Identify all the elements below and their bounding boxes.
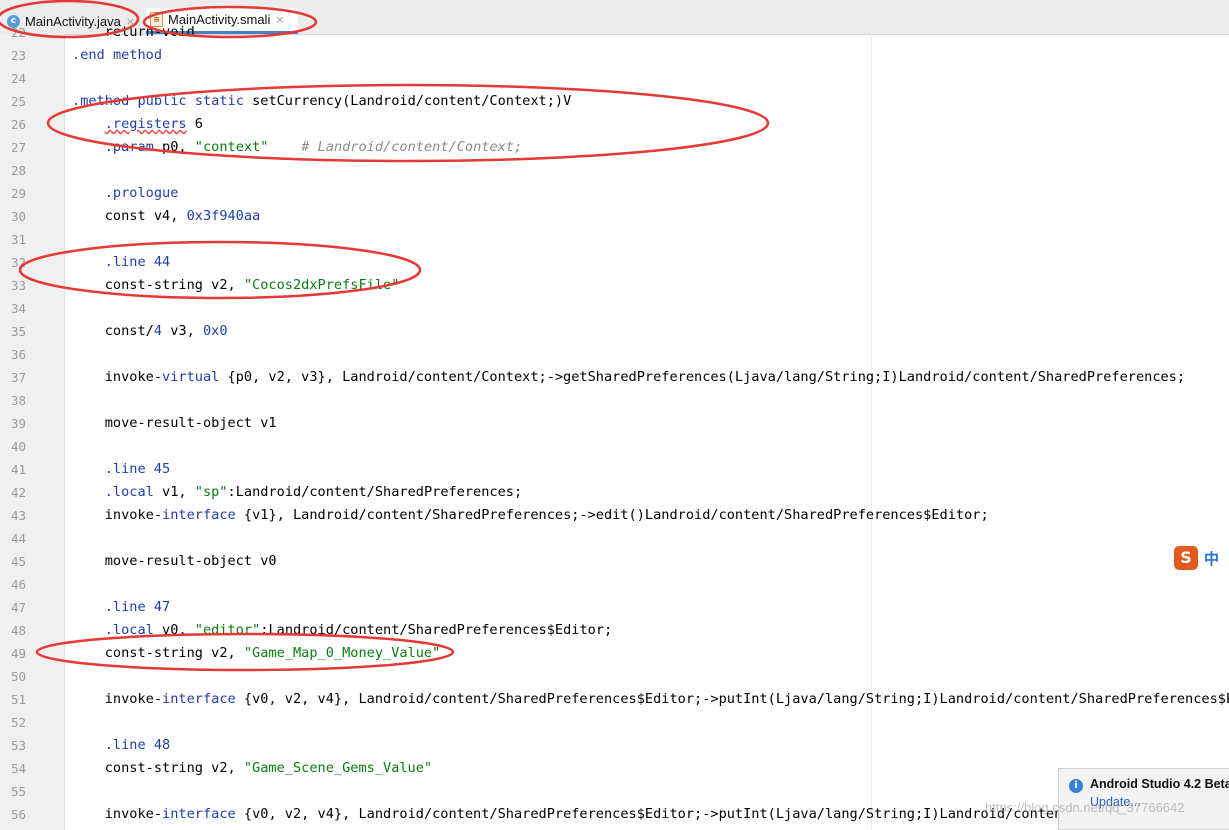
line-number: 40 <box>10 439 26 454</box>
sogou-ime-icon[interactable]: S <box>1174 546 1198 570</box>
code-line[interactable]: .line 45 <box>72 458 170 481</box>
line-number: 42 <box>10 485 26 500</box>
code-line[interactable]: .end method <box>72 44 162 67</box>
line-number: 39 <box>10 416 26 431</box>
code-line[interactable]: const-string v2, "Game_Scene_Gems_Value" <box>72 757 432 780</box>
ime-mode-indicator[interactable]: 中 <box>1204 548 1219 569</box>
code-line[interactable]: return-void <box>72 21 195 44</box>
line-number: 35 <box>10 324 26 339</box>
line-number: 31 <box>10 232 26 247</box>
code-line[interactable]: .registers 6 <box>72 113 203 136</box>
code-line[interactable]: const/4 v3, 0x0 <box>72 320 228 343</box>
ime-toolbar[interactable]: S 中 <box>1174 543 1229 573</box>
line-number: 30 <box>10 209 26 224</box>
line-number: 48 <box>10 623 26 638</box>
line-number: 53 <box>10 738 26 753</box>
line-number: 56 <box>10 807 26 822</box>
code-line[interactable]: .param p0, "context" # Landroid/content/… <box>72 136 522 159</box>
code-line[interactable]: .line 47 <box>72 596 170 619</box>
line-number: 37 <box>10 370 26 385</box>
line-number-gutter: 22 23 24 25 26 27 28 29 30 31 32 33 34 35 36 37 38 39 40 41… <box>0 25 65 830</box>
code-line[interactable]: move-result-object v1 <box>72 412 277 435</box>
line-number: 36 <box>10 347 26 362</box>
line-number: 24 <box>10 71 26 86</box>
line-number: 54 <box>10 761 26 776</box>
line-number: 41 <box>10 462 26 477</box>
code-line[interactable]: .line 48 <box>72 734 170 757</box>
close-icon[interactable]: × <box>275 13 284 26</box>
line-number: 52 <box>10 715 26 730</box>
line-number: 49 <box>10 646 26 661</box>
line-number: 50 <box>10 669 26 684</box>
line-number: 34 <box>10 301 26 316</box>
line-number: 43 <box>10 508 26 523</box>
code-line[interactable]: const-string v2, "Game_Map_0_Money_Value… <box>72 642 441 665</box>
notification-title: Android Studio 4.2 Beta <box>1090 777 1229 791</box>
line-number: 28 <box>10 163 26 178</box>
code-line[interactable]: invoke-virtual {p0, v2, v3}, Landroid/co… <box>72 366 1185 389</box>
line-number: 33 <box>10 278 26 293</box>
code-line[interactable]: const v4, 0x3f940aa <box>72 205 261 228</box>
code-line[interactable]: .method public static setCurrency(Landro… <box>72 90 571 113</box>
line-number: 26 <box>10 117 26 132</box>
info-icon: i <box>1069 779 1083 793</box>
code-line[interactable]: invoke-interface {v1}, Landroid/content/… <box>72 504 989 527</box>
code-line[interactable]: .prologue <box>72 182 179 205</box>
line-number: 45 <box>10 554 26 569</box>
code-line[interactable]: .local v1, "sp":Landroid/content/SharedP… <box>72 481 522 504</box>
line-number: 51 <box>10 692 26 707</box>
code-line[interactable]: invoke-interface {v0, v2, v4}, Landroid/… <box>72 688 1229 711</box>
line-number: 23 <box>10 48 26 63</box>
line-number: 29 <box>10 186 26 201</box>
code-line[interactable]: .line 44 <box>72 251 170 274</box>
line-number: 44 <box>10 531 26 546</box>
update-notification: i Android Studio 4.2 Beta Update... <box>1058 768 1229 830</box>
line-number: 38 <box>10 393 26 408</box>
line-number: 46 <box>10 577 26 592</box>
code-line[interactable]: const-string v2, "Cocos2dxPrefsFile" <box>72 274 400 297</box>
line-number: 27 <box>10 140 26 155</box>
line-number: 22 <box>10 25 26 40</box>
code-line[interactable]: .local v0, "editor":Landroid/content/Sha… <box>72 619 612 642</box>
watermark: https://blog.csdn.net/qq_37766642 <box>985 800 1185 815</box>
code-line[interactable]: move-result-object v0 <box>72 550 277 573</box>
line-number: 55 <box>10 784 26 799</box>
line-number: 25 <box>10 94 26 109</box>
line-number: 32 <box>10 255 26 270</box>
line-number: 47 <box>10 600 26 615</box>
